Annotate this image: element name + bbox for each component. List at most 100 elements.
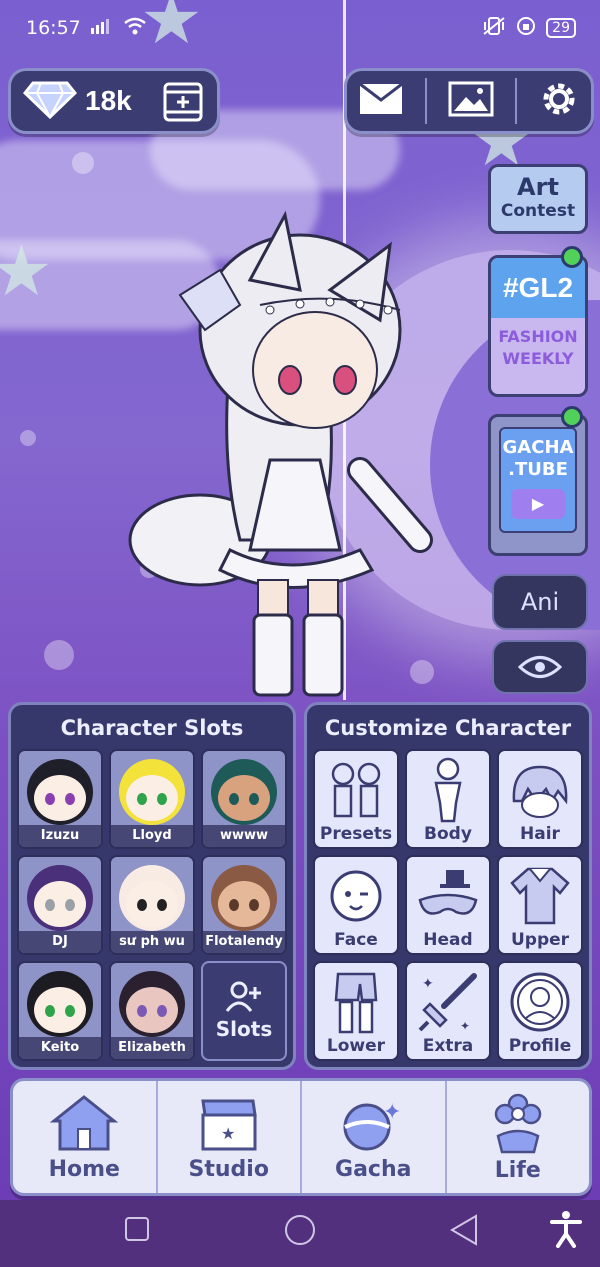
- nav-label: Gacha: [335, 1156, 412, 1182]
- character-preview[interactable]: [110, 210, 440, 710]
- slot-name: Lloyd: [111, 825, 193, 847]
- vibrate-icon: [482, 16, 506, 41]
- character-slots-panel: Character Slots Izuzu nijago Lloyd wwww …: [8, 702, 296, 1070]
- signal-icon: [90, 17, 113, 39]
- divider: [515, 78, 518, 124]
- battery-indicator: 29: [546, 18, 576, 38]
- back-button[interactable]: [450, 1214, 478, 1250]
- art-contest-button[interactable]: Art Contest: [488, 164, 588, 234]
- recent-apps-button[interactable]: [124, 1216, 150, 1246]
- body-icon: [434, 757, 462, 823]
- add-slots-button[interactable]: Slots: [201, 961, 287, 1061]
- customize-label: Extra: [422, 1036, 474, 1056]
- gallery-button[interactable]: [448, 81, 494, 121]
- gem-count: 18k: [85, 85, 132, 116]
- character-slot[interactable]: sư ph wu: [109, 855, 195, 955]
- currency-chip: 18k: [8, 68, 220, 134]
- wifi-icon: [123, 17, 147, 40]
- animation-button[interactable]: Ani: [492, 574, 588, 630]
- pants-icon: [334, 972, 378, 1034]
- notification-dot: [561, 406, 583, 428]
- slot-name: wwww: [203, 825, 285, 847]
- character-slot[interactable]: wwww: [201, 749, 287, 849]
- customize-hair[interactable]: Hair: [497, 749, 583, 849]
- gear-icon[interactable]: [538, 78, 580, 124]
- top-tools: [344, 68, 594, 134]
- main-navigation: Home ★ Studio ✦ Gacha Life: [10, 1078, 592, 1196]
- svg-text:✦: ✦: [460, 1019, 470, 1033]
- hat-mask-icon: [418, 870, 478, 915]
- slot-name: Flotalendy: [203, 931, 285, 953]
- home-system-button[interactable]: [284, 1214, 316, 1250]
- character-slot[interactable]: Keito: [17, 961, 103, 1061]
- character-slot[interactable]: Izuzu nijago: [17, 749, 103, 849]
- art-contest-line2: Contest: [500, 201, 576, 221]
- slot-name: DJ Phantom: [19, 931, 101, 953]
- nav-life[interactable]: Life: [447, 1081, 590, 1193]
- slot-name: Elizabeth: [111, 1037, 193, 1059]
- character-slot[interactable]: Flotalendy: [201, 855, 287, 955]
- gacha-tube-button[interactable]: GACHA .TUBE ▶: [488, 414, 588, 556]
- shirt-icon: [510, 867, 570, 925]
- nav-label: Studio: [188, 1156, 269, 1182]
- customize-label: Lower: [326, 1036, 386, 1056]
- customize-lower[interactable]: Lower: [313, 961, 399, 1061]
- customize-face[interactable]: Face: [313, 855, 399, 955]
- customize-character-panel: Customize Character Presets Body Hair Fa…: [304, 702, 592, 1070]
- clock: 16:57: [26, 17, 81, 39]
- gl2-line1: FASHION: [498, 327, 578, 346]
- presets-icon: [331, 762, 381, 818]
- diamond-icon: [22, 79, 78, 123]
- status-bar: 16:57 29: [0, 0, 600, 56]
- customize-label: Profile: [508, 1036, 572, 1056]
- nav-gacha[interactable]: ✦ Gacha: [302, 1081, 447, 1193]
- customize-head[interactable]: Head: [405, 855, 491, 955]
- add-slots-label: Slots: [215, 1017, 273, 1041]
- watch-ad-button[interactable]: [163, 81, 203, 127]
- slot-name: sư ph wu: [111, 931, 193, 953]
- face-icon: [330, 870, 382, 922]
- character-slot[interactable]: Lloyd: [109, 749, 195, 849]
- system-navigation-bar: [0, 1200, 600, 1267]
- customize-label: Presets: [319, 824, 393, 844]
- add-user-icon: [225, 981, 261, 1012]
- slot-name: Izuzu nijago: [19, 825, 101, 847]
- gl2-line2: WEEKLY: [502, 349, 574, 368]
- customize-body[interactable]: Body: [405, 749, 491, 849]
- customize-upper[interactable]: Upper: [497, 855, 583, 955]
- character-slot[interactable]: DJ Phantom: [17, 855, 103, 955]
- play-icon: ▶: [511, 489, 565, 519]
- panel-title: Customize Character: [324, 716, 572, 740]
- customize-extra[interactable]: ✦ ✦ Extra: [405, 961, 491, 1061]
- notification-dot: [561, 246, 583, 268]
- svg-text:✦: ✦: [422, 976, 434, 992]
- nav-home[interactable]: Home: [13, 1081, 158, 1193]
- mail-button[interactable]: [358, 82, 404, 120]
- gacha-tube-line1: GACHA: [502, 437, 574, 458]
- art-contest-line1: Art: [517, 173, 559, 201]
- panel-title: Character Slots: [60, 716, 244, 740]
- svg-text:✦: ✦: [383, 1100, 401, 1125]
- clapperboard-icon: ★: [201, 1099, 257, 1150]
- nav-studio[interactable]: ★ Studio: [158, 1081, 302, 1193]
- accessibility-icon[interactable]: [550, 1210, 582, 1252]
- gl2-fashion-weekly-button[interactable]: #GL2 FASHION WEEKLY: [488, 255, 588, 397]
- customize-label: Head: [423, 930, 473, 950]
- eye-icon[interactable]: [492, 640, 588, 694]
- customize-label: Face: [334, 930, 378, 950]
- character-slot[interactable]: Elizabeth: [109, 961, 195, 1061]
- customize-label: Upper: [510, 930, 570, 950]
- nav-label: Life: [494, 1157, 541, 1183]
- alarm-icon: [516, 16, 536, 41]
- customize-label: Body: [424, 824, 472, 844]
- sword-icon: ✦✦: [418, 973, 477, 1033]
- flower-icon: [494, 1093, 541, 1153]
- customize-presets[interactable]: Presets: [313, 749, 399, 849]
- customize-profile[interactable]: Profile: [497, 961, 583, 1061]
- hair-icon: [512, 765, 568, 818]
- divider: [424, 78, 427, 124]
- profile-icon: [510, 972, 570, 1032]
- gacha-ball-icon: ✦: [343, 1100, 402, 1150]
- slot-name: Keito: [19, 1037, 101, 1059]
- customize-label: Hair: [520, 824, 560, 844]
